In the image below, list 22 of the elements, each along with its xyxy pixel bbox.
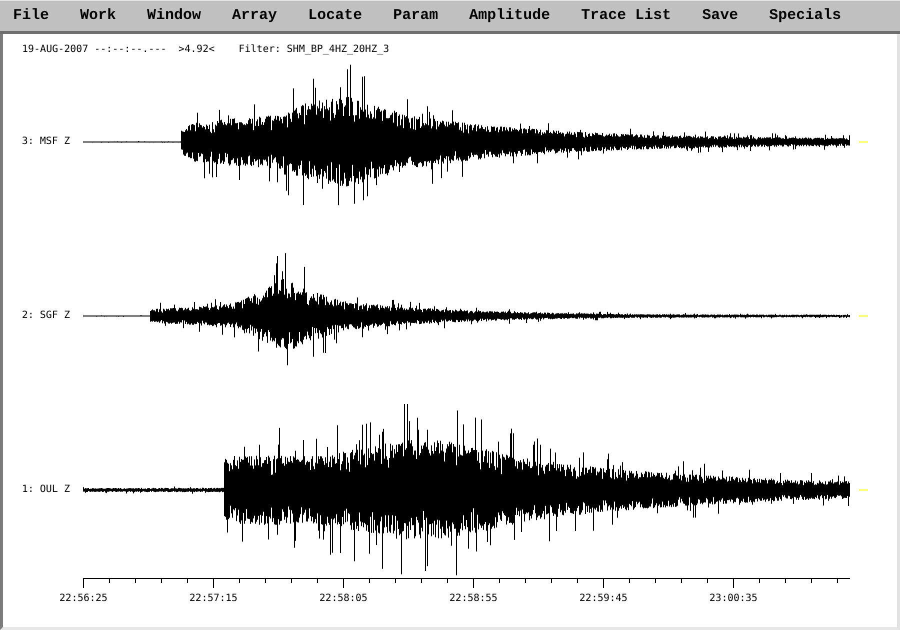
menu-item[interactable]: Param [393,7,438,25]
menu-item[interactable]: Trace List [581,7,672,25]
menu-item[interactable]: Window [147,7,202,25]
time-tick-label: 22:59:45 [579,593,628,604]
time-tick-label: 22:58:05 [319,593,368,604]
menu-item[interactable]: Save [702,7,738,25]
menu-item[interactable]: File [13,7,50,25]
time-tick-label: 23:00:35 [709,593,758,604]
amplitude-value: >4.92< [178,44,215,56]
time-tick-label: 22:56:25 [59,593,108,604]
menu-item[interactable]: Work [80,7,116,25]
trace-label: 3: MSF Z [20,136,70,148]
filter-label: Filter: SHM_BP_4HZ_20HZ_3 [238,44,390,56]
trace-label: 1: OUL Z [20,484,70,496]
trace-label: 2: SGF Z [20,310,70,322]
time-tick-label: 22:57:15 [189,593,238,604]
menu-item[interactable]: Amplitude [469,7,550,25]
menu-item[interactable]: Array [232,7,278,25]
menu-item[interactable]: Specials [769,7,842,25]
date-time-text: 19-AUG-2007 --:--:--.--- [22,44,166,56]
time-tick-label: 22:58:55 [449,593,498,604]
menu-item[interactable]: Locate [308,7,362,25]
